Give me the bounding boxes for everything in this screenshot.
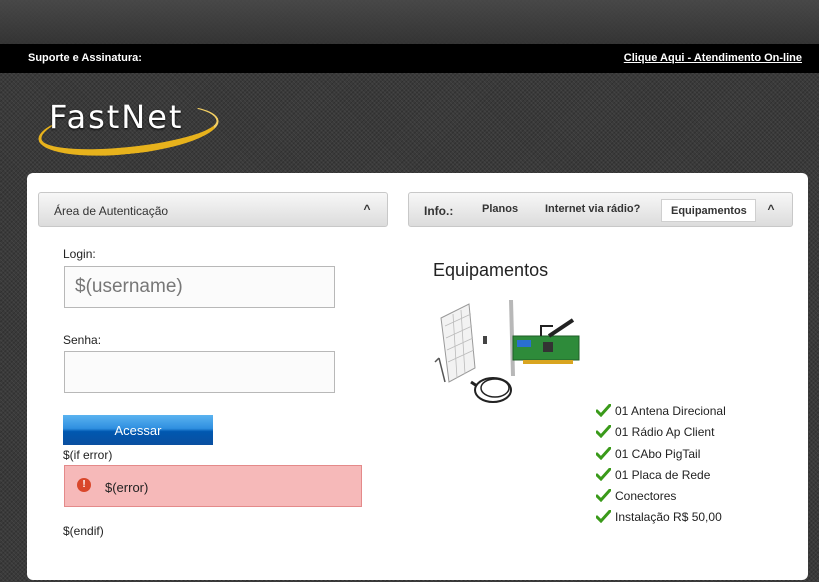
endif-text: $(endif) — [63, 524, 104, 538]
list-item-label: 01 Placa de Rede — [615, 467, 711, 482]
login-label: Login: — [63, 247, 96, 261]
auth-panel-header[interactable]: Área de Autenticação ^ — [38, 192, 388, 227]
equipment-section-title: Equipamentos — [433, 260, 549, 280]
support-label: Suporte e Assinatura: — [28, 52, 142, 64]
list-item: 01 Rádio Ap Client — [596, 422, 726, 443]
if-error-text: $(if error) — [63, 448, 113, 462]
password-input[interactable] — [64, 351, 335, 393]
error-message-box: ! $(error) — [64, 465, 362, 507]
error-icon: ! — [77, 478, 91, 492]
logo-text: FastNet — [49, 98, 184, 136]
info-panel-header: Info.: Planos Internet via rádio? Equipa… — [408, 192, 793, 227]
header-texture — [0, 0, 819, 44]
tab-planos[interactable]: Planos — [482, 203, 518, 215]
list-item-label: 01 Rádio Ap Client — [615, 425, 715, 440]
password-label: Senha: — [63, 333, 102, 347]
login-input[interactable] — [64, 266, 335, 308]
list-item-label: 01 Antena Direcional — [615, 404, 726, 418]
network-card-image — [509, 300, 580, 376]
main-content: Área de Autenticação ^ Login: Senha: Ace… — [27, 173, 808, 580]
check-icon — [596, 404, 611, 417]
online-support-link[interactable]: Clique Aqui - Atendimento On-line — [624, 52, 802, 64]
check-icon — [596, 446, 611, 460]
list-item: 01 Antena Direcional — [596, 401, 726, 422]
pigtail-cable-image — [470, 377, 512, 403]
auth-panel-title: Área de Autenticação — [54, 204, 169, 218]
list-item: 01 CAbo PigTail — [596, 444, 726, 465]
check-icon — [596, 510, 611, 524]
login-submit-button[interactable]: Acessar — [63, 415, 213, 445]
list-item: Instalação R$ 50,00 — [596, 507, 726, 528]
tab-internet-via-radio[interactable]: Internet via rádio? — [545, 203, 640, 215]
directional-antenna-image — [434, 303, 487, 383]
fastnet-logo: FastNet — [35, 96, 222, 164]
error-text: $(error) — [105, 480, 149, 495]
chevron-up-icon[interactable]: ^ — [360, 202, 374, 216]
equipment-image — [434, 300, 580, 403]
list-item: 01 Placa de Rede — [596, 465, 726, 486]
tab-equipamentos[interactable]: Equipamentos — [661, 199, 756, 222]
list-item-label: Conectores — [615, 489, 677, 504]
list-item-label: 01 CAbo PigTail — [615, 446, 701, 461]
check-icon — [596, 425, 611, 439]
check-icon — [596, 467, 611, 481]
list-item: Conectores — [596, 486, 726, 507]
info-label: Info.: — [424, 204, 454, 218]
chevron-up-icon[interactable]: ^ — [764, 202, 778, 216]
list-item-label: Instalação R$ 50,00 — [615, 510, 722, 525]
equipment-list: 01 Antena Direcional 01 Rádio Ap Client … — [596, 401, 726, 529]
top-bar: Suporte e Assinatura: Clique Aqui - Aten… — [0, 44, 819, 73]
check-icon — [596, 489, 611, 503]
